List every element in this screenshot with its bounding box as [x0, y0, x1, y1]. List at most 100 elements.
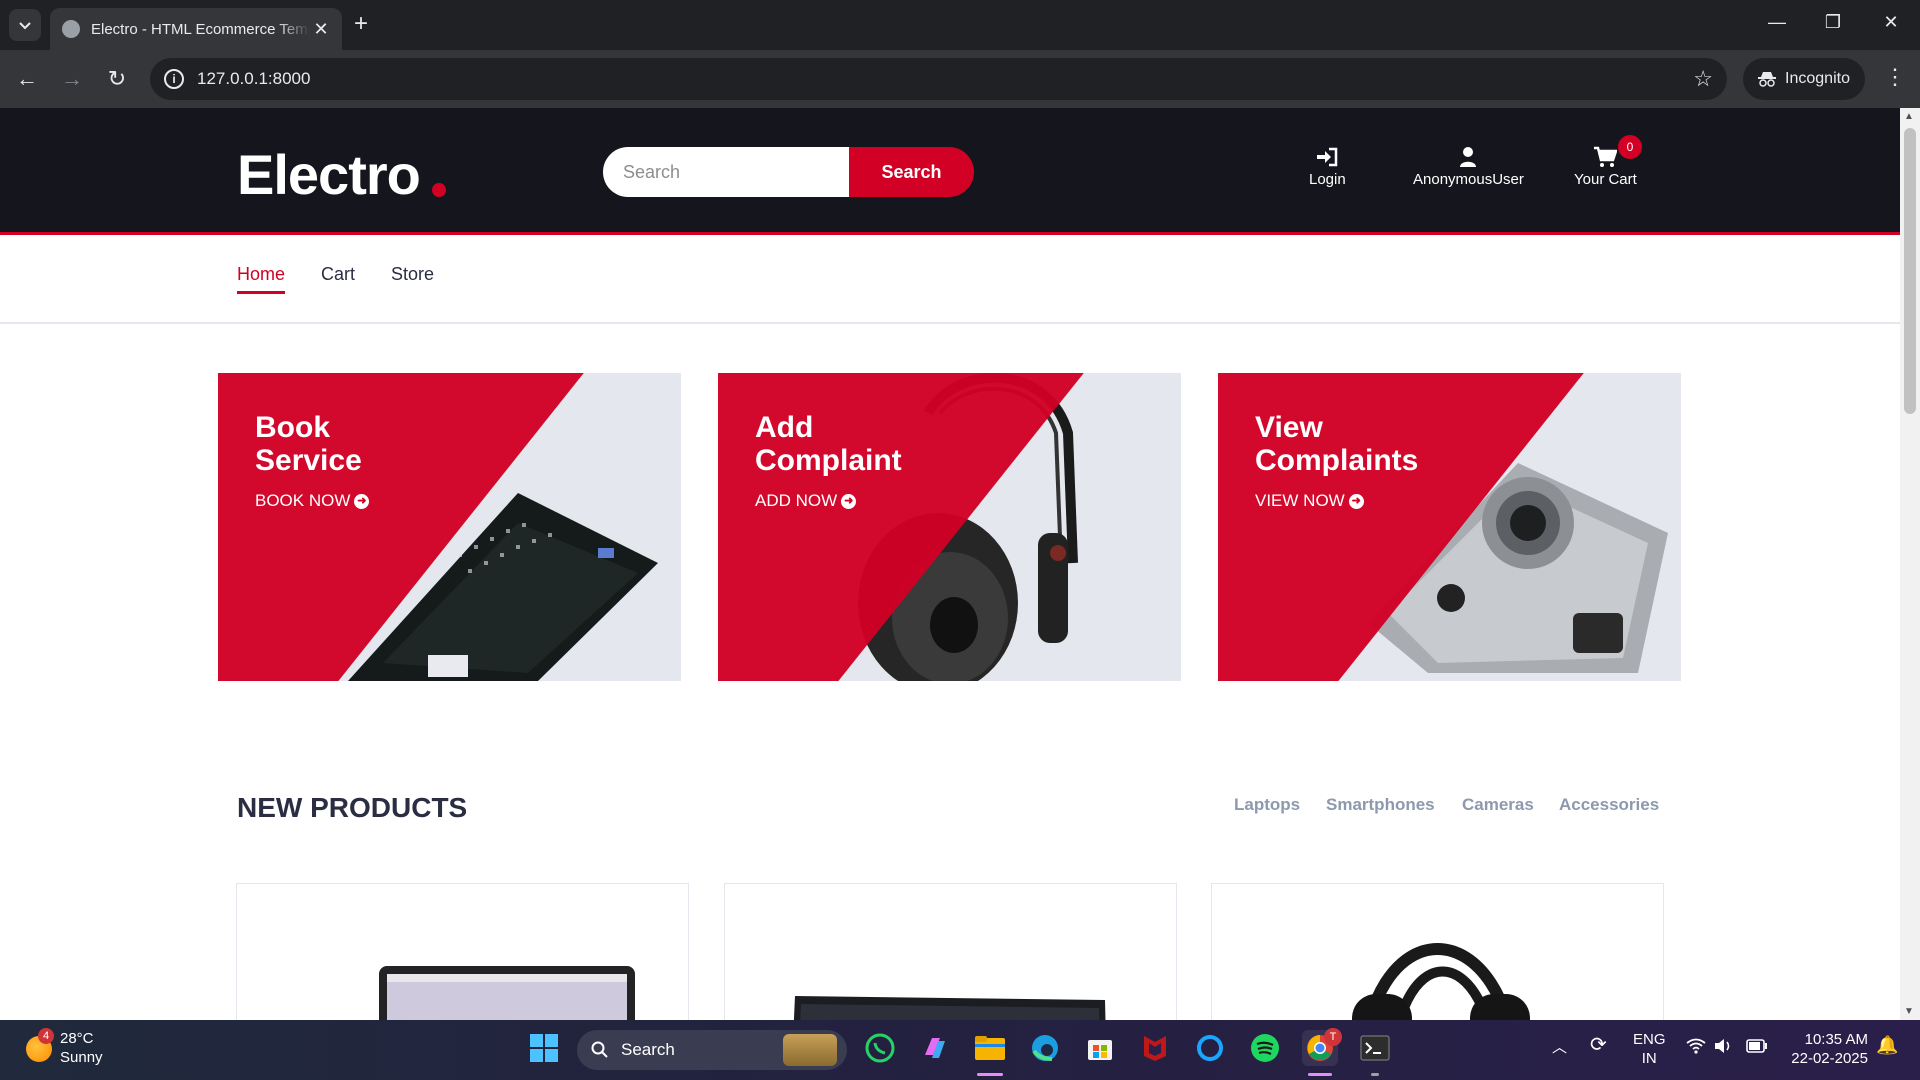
- site-info-icon[interactable]: i: [164, 69, 184, 89]
- banner-title-line2: Complaints: [1255, 444, 1419, 477]
- new-products-title: NEW PRODUCTS: [237, 792, 468, 823]
- chrome-running-indicator: [1308, 1073, 1332, 1076]
- page-scrollbar[interactable]: ▲ ▼: [1900, 108, 1920, 1020]
- nav-item-cart[interactable]: Cart: [321, 264, 355, 291]
- site-logo[interactable]: Electro: [237, 142, 421, 207]
- banner-book-service[interactable]: Book Service BOOK NOW ➜: [218, 373, 681, 681]
- edge-icon[interactable]: [1027, 1030, 1063, 1066]
- login-label: Login: [1309, 171, 1346, 188]
- product-card[interactable]: [236, 883, 689, 1020]
- file-explorer-icon[interactable]: [972, 1030, 1008, 1066]
- tab-accessories[interactable]: Accessories: [1559, 795, 1659, 815]
- shopping-cart-icon: [1594, 146, 1618, 167]
- banner-add-complaint[interactable]: Add Complaint ADD NOW ➜: [718, 373, 1181, 681]
- cta-label: BOOK NOW: [255, 491, 351, 510]
- show-hidden-icons[interactable]: ︿: [1552, 1038, 1567, 1057]
- weather-badge: 4: [38, 1028, 54, 1044]
- terminal-running-indicator: [1371, 1073, 1379, 1076]
- logo-dot: [432, 183, 446, 197]
- banner-caption: Add Complaint ADD NOW ➜: [755, 411, 902, 511]
- explorer-running-indicator: [977, 1073, 1003, 1076]
- browser-tab[interactable]: Electro - HTML Ecommerce Template ✕: [50, 8, 342, 50]
- scrollbar-thumb[interactable]: [1904, 128, 1916, 414]
- wifi-icon[interactable]: [1686, 1038, 1706, 1059]
- banner-title-line2: Complaint: [755, 444, 902, 477]
- back-button[interactable]: ←: [14, 66, 40, 92]
- taskbar-search-label: Search: [621, 1040, 675, 1059]
- user-account-link[interactable]: AnonymousUser: [1413, 146, 1524, 188]
- user-label: AnonymousUser: [1413, 171, 1524, 188]
- browser-toolbar: ← → ↻ i 127.0.0.1:8000 ☆ Incognito ⋮: [0, 50, 1920, 108]
- banner-title-line1: Book: [255, 411, 330, 444]
- language-indicator[interactable]: ENG IN: [1633, 1030, 1666, 1068]
- login-link[interactable]: Login: [1309, 146, 1346, 188]
- sync-icon[interactable]: ⟳: [1590, 1035, 1607, 1055]
- view-now-link[interactable]: VIEW NOW ➜: [1255, 491, 1418, 511]
- close-window-button[interactable]: ✕: [1876, 12, 1906, 33]
- tab-smartphones[interactable]: Smartphones: [1326, 795, 1435, 815]
- chevron-down-icon: [19, 22, 31, 30]
- spotify-icon[interactable]: [1247, 1030, 1283, 1066]
- temperature: 28°C: [60, 1030, 94, 1047]
- cortana-icon[interactable]: [1192, 1030, 1228, 1066]
- mcafee-icon[interactable]: [1137, 1030, 1173, 1066]
- tab-cameras[interactable]: Cameras: [1462, 795, 1534, 815]
- windows-taskbar: 4 28°C Sunny: [0, 1020, 1920, 1080]
- ms-store-icon[interactable]: [1082, 1030, 1118, 1066]
- bookmark-star-icon[interactable]: ☆: [1693, 66, 1713, 92]
- product-card[interactable]: [724, 883, 1177, 1020]
- browser-menu-icon[interactable]: ⋮: [1884, 64, 1906, 90]
- url-text: 127.0.0.1:8000: [197, 69, 311, 88]
- volume-icon[interactable]: [1714, 1038, 1734, 1059]
- arrow-circle-right-icon: ➜: [1348, 493, 1364, 509]
- address-bar[interactable]: i 127.0.0.1:8000 ☆: [150, 58, 1727, 100]
- site-header: Electro Search Login AnonymousUser Your …: [0, 108, 1900, 235]
- add-now-link[interactable]: ADD NOW ➜: [755, 491, 902, 511]
- search-button[interactable]: Search: [849, 147, 974, 197]
- battery-icon[interactable]: [1746, 1039, 1768, 1058]
- incognito-label: Incognito: [1785, 70, 1850, 87]
- book-now-link[interactable]: BOOK NOW ➜: [255, 491, 370, 511]
- main-navigation: Home Cart Store: [0, 238, 1900, 324]
- weather-condition: Sunny: [60, 1049, 103, 1066]
- clock[interactable]: 10:35 AM 22-02-2025: [1784, 1030, 1868, 1068]
- start-button[interactable]: [526, 1030, 562, 1066]
- product-card[interactable]: [1211, 883, 1664, 1020]
- scroll-down-icon[interactable]: ▼: [1904, 1006, 1914, 1017]
- region-label: IN: [1641, 1050, 1657, 1067]
- sun-icon: 4: [26, 1028, 54, 1062]
- whatsapp-icon[interactable]: [862, 1030, 898, 1066]
- clock-date: 22-02-2025: [1791, 1050, 1868, 1067]
- user-icon: [1460, 147, 1477, 167]
- incognito-icon: [1758, 72, 1777, 87]
- scroll-up-icon[interactable]: ▲: [1904, 111, 1914, 122]
- arrow-circle-right-icon: ➜: [841, 493, 857, 509]
- sign-in-icon: [1317, 147, 1338, 167]
- copilot-icon[interactable]: [917, 1030, 953, 1066]
- close-tab-icon[interactable]: ✕: [310, 19, 332, 40]
- reload-button[interactable]: ↻: [104, 66, 130, 92]
- tab-laptops[interactable]: Laptops: [1234, 795, 1300, 815]
- notification-bell-icon[interactable]: 🔔: [1876, 1036, 1898, 1055]
- banner-view-complaints[interactable]: View Complaints VIEW NOW ➜: [1218, 373, 1681, 681]
- incognito-indicator[interactable]: Incognito: [1743, 58, 1865, 100]
- nav-item-home[interactable]: Home: [237, 264, 286, 294]
- laptop-product-image: [379, 966, 635, 1020]
- banner-caption: Book Service BOOK NOW ➜: [255, 411, 370, 511]
- tab-search-button[interactable]: [9, 9, 41, 41]
- taskbar-search[interactable]: Search: [577, 1030, 847, 1070]
- restore-button[interactable]: ❐: [1818, 12, 1848, 33]
- banner-title-line1: Add: [755, 411, 814, 444]
- search-highlight-image: [783, 1034, 837, 1066]
- headphones-product-image: [1352, 943, 1530, 1020]
- chrome-profile-badge: T: [1324, 1028, 1342, 1046]
- globe-icon: [62, 20, 80, 38]
- terminal-icon[interactable]: [1357, 1030, 1393, 1066]
- cta-label: VIEW NOW: [1255, 491, 1345, 510]
- forward-button[interactable]: →: [59, 66, 85, 92]
- nav-item-store[interactable]: Store: [391, 264, 434, 291]
- new-tab-button[interactable]: +: [354, 12, 368, 36]
- search-input[interactable]: [603, 147, 849, 197]
- minimize-button[interactable]: —: [1762, 12, 1792, 33]
- weather-widget[interactable]: 4 28°C Sunny: [26, 1028, 103, 1066]
